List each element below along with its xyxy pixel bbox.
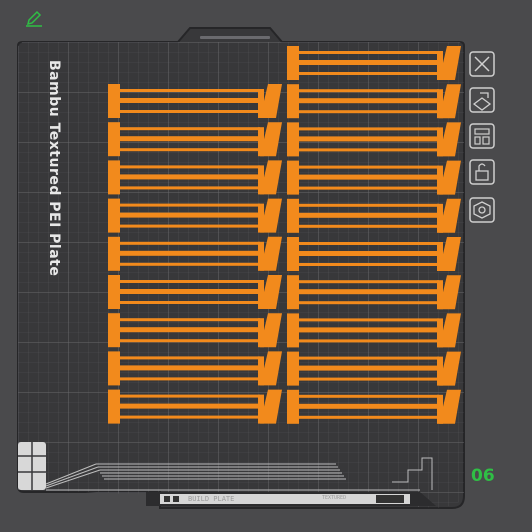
- part-6[interactable]: [108, 313, 282, 348]
- plate-toolbar: [469, 51, 495, 223]
- part-0[interactable]: [108, 84, 282, 118]
- canvas: [17, 10, 495, 509]
- part-15[interactable]: [287, 275, 461, 310]
- part-12[interactable]: [287, 160, 461, 195]
- part-16[interactable]: [287, 313, 461, 348]
- part-7[interactable]: [108, 351, 282, 386]
- lock-icon[interactable]: [469, 159, 495, 185]
- arrange-icon[interactable]: [469, 123, 495, 149]
- part-4[interactable]: [108, 236, 282, 271]
- part-8[interactable]: [108, 389, 282, 424]
- close-icon[interactable]: [469, 51, 495, 77]
- part-13[interactable]: [287, 198, 461, 233]
- part-17[interactable]: [287, 351, 461, 386]
- auto-orient-icon[interactable]: [469, 87, 495, 113]
- part-5[interactable]: [108, 275, 282, 309]
- part-18[interactable]: [287, 389, 461, 424]
- part-10[interactable]: [287, 84, 461, 119]
- plate-number[interactable]: 06: [471, 466, 495, 486]
- part-9[interactable]: [287, 46, 461, 80]
- part-3[interactable]: [108, 198, 282, 233]
- bottom-bar-text-2: TEXTURED: [322, 495, 347, 501]
- plate-logo: [18, 442, 46, 490]
- part-1[interactable]: [108, 122, 282, 157]
- part-11[interactable]: [287, 122, 461, 157]
- plate-name-label: Bambu Textured PEI Plate: [46, 60, 62, 277]
- part-14[interactable]: [287, 237, 461, 271]
- bottom-bar-text: BUILD PLATE: [188, 495, 235, 503]
- edit-plate-name-icon[interactable]: [26, 10, 42, 27]
- part-2[interactable]: [108, 160, 282, 195]
- settings-icon[interactable]: [469, 197, 495, 223]
